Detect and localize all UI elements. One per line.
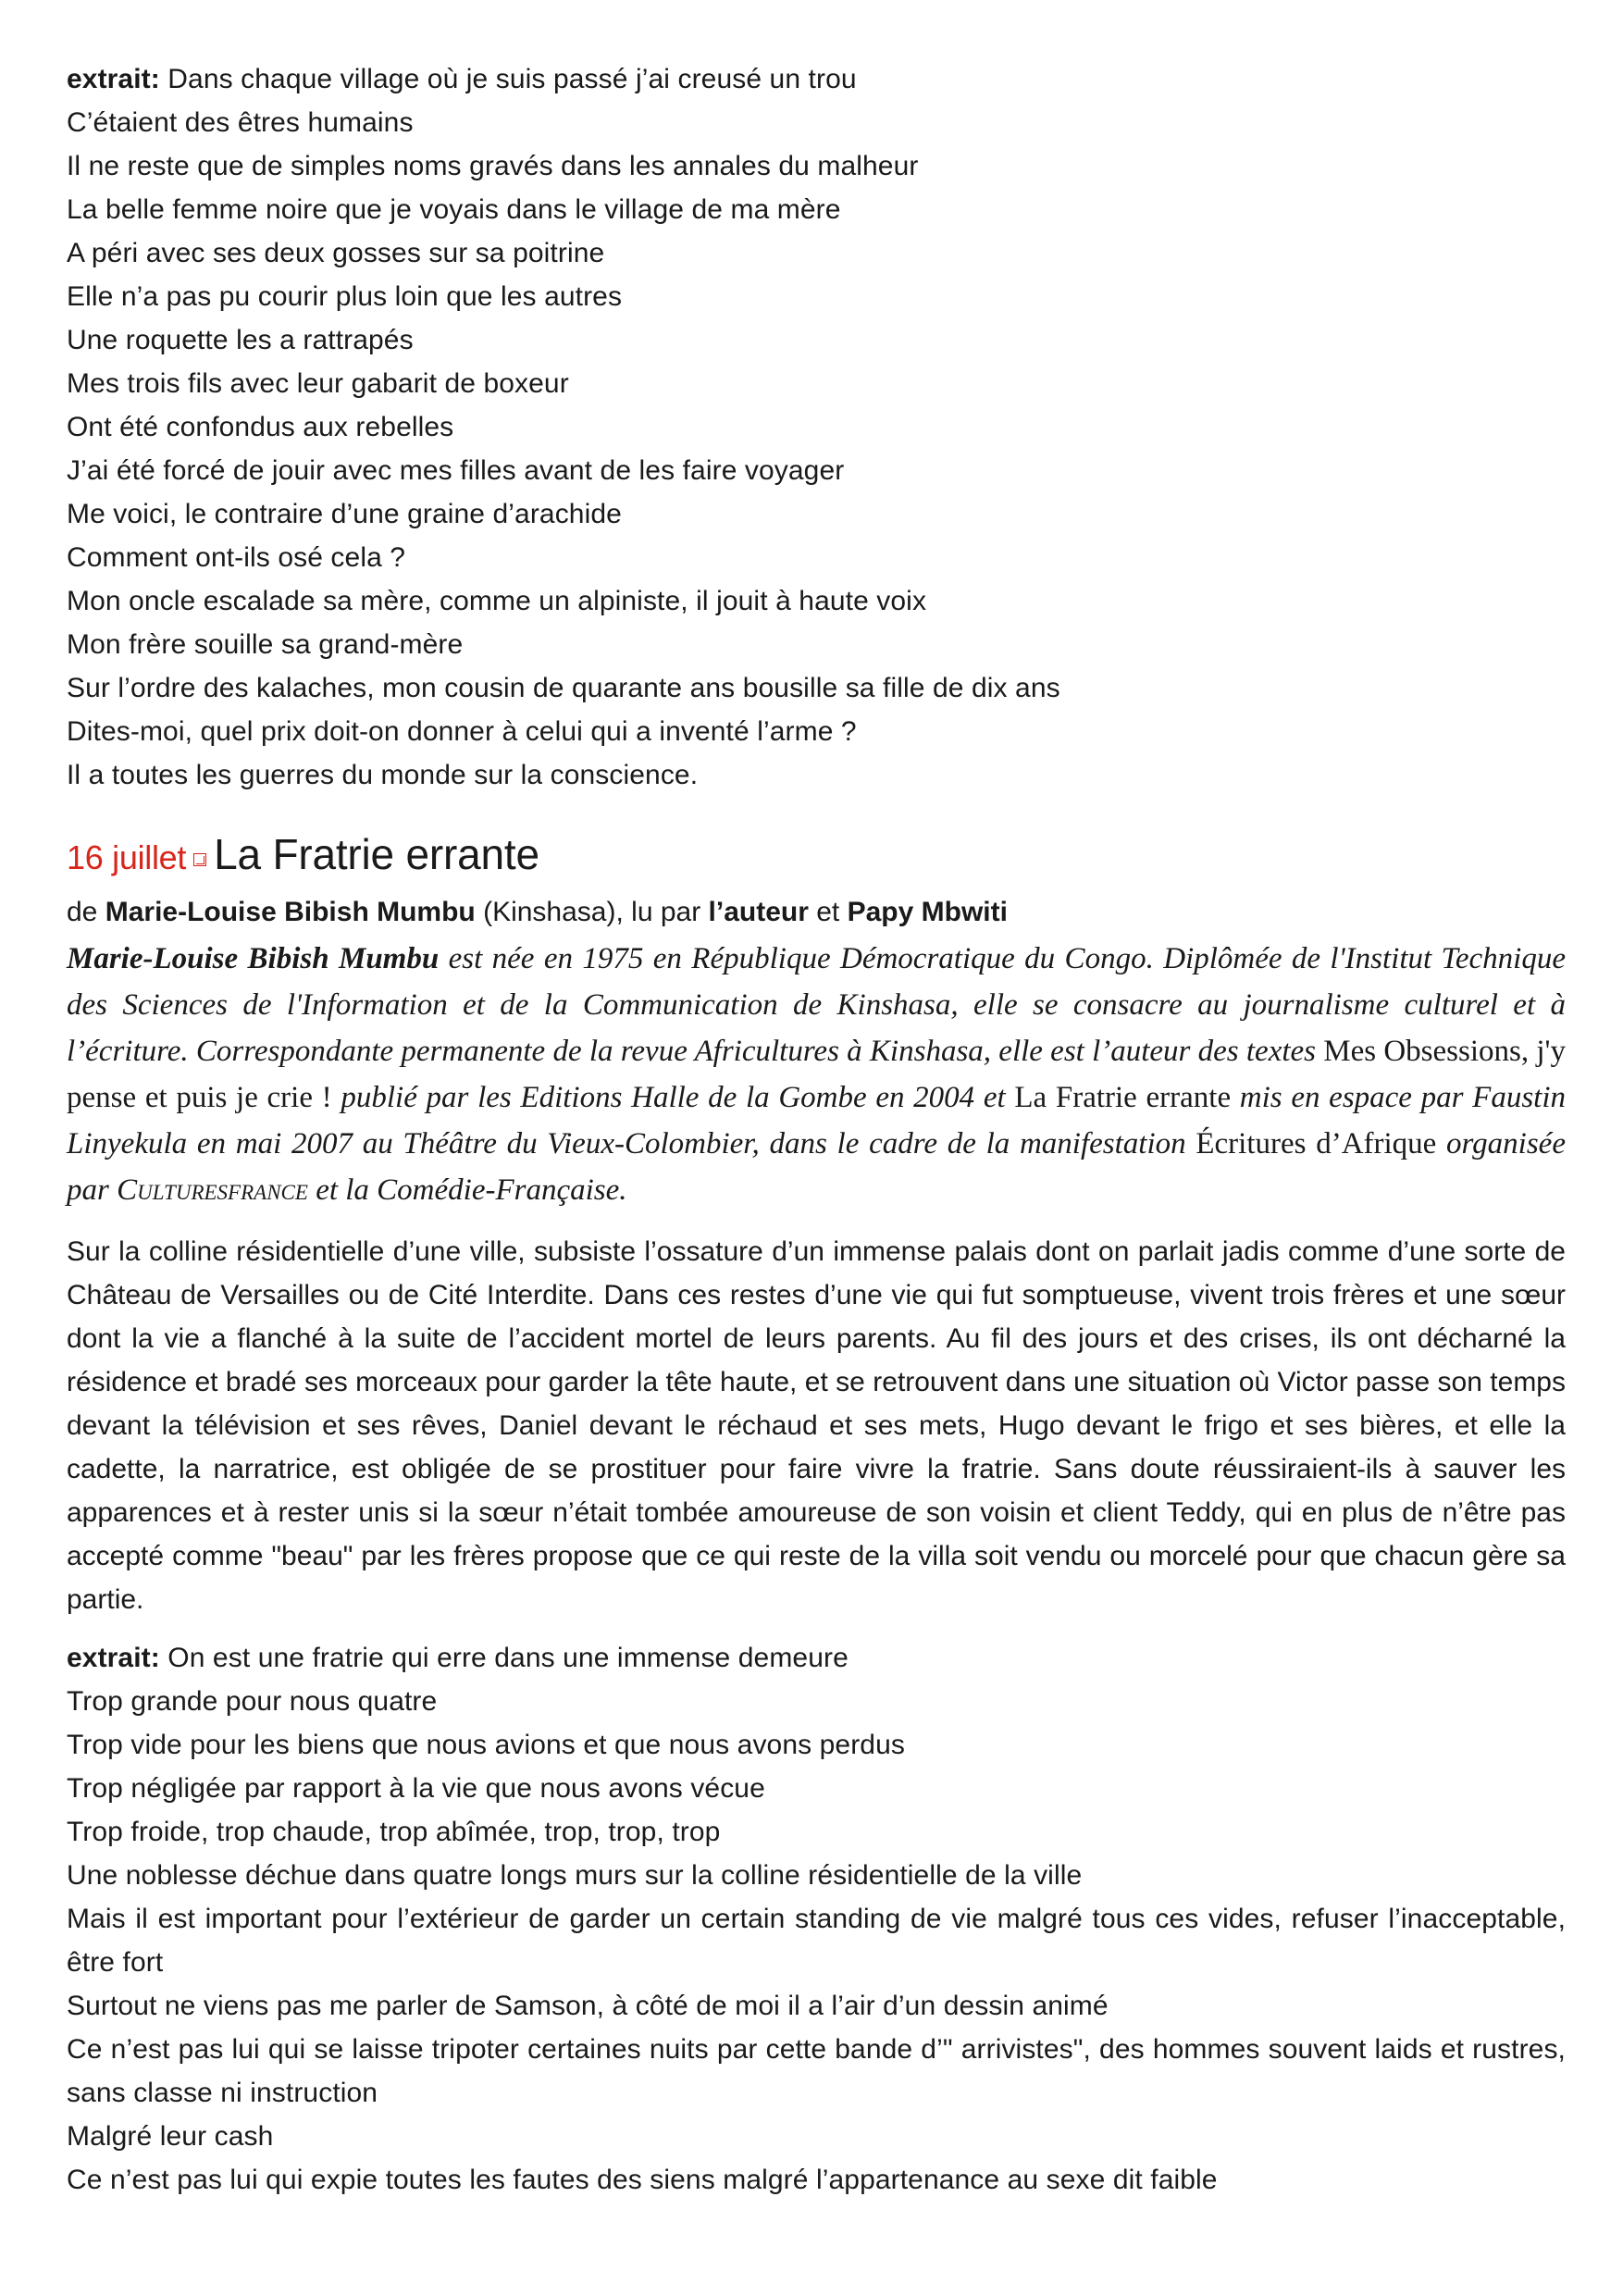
- event-heading: 16 juillet La Fratrie errante: [67, 828, 1566, 891]
- poem-line: Sur l’ordre des kalaches, mon cousin de …: [67, 673, 1060, 703]
- poem-line: Elle n’a pas pu courir plus loin que les…: [67, 281, 623, 312]
- poem-line: Ce n’est pas lui qui se laisse tripoter …: [67, 2034, 1566, 2108]
- poem-line: Mes trois fils avec leur gabarit de boxe…: [67, 368, 569, 399]
- poem-line: Une roquette les a rattrapés: [67, 325, 414, 355]
- bio-author-name: Marie-Louise Bibish Mumbu: [67, 942, 440, 975]
- bio-organisation: Culturesfrance: [117, 1173, 308, 1207]
- extract-poem-1: extrait: Dans chaque village où je suis …: [67, 57, 1566, 797]
- play-summary: Sur la colline résidentielle d’une ville…: [67, 1236, 1566, 1615]
- document-page: extrait: Dans chaque village où je suis …: [67, 57, 1566, 2202]
- poem-line: A péri avec ses deux gosses sur sa poitr…: [67, 238, 605, 268]
- poem-line: Trop négligée par rapport à la vie que n…: [67, 1773, 765, 1804]
- poem-line: Il ne reste que de simples noms gravés d…: [67, 151, 919, 181]
- extract-first-line: extrait: On est une fratrie qui erre dan…: [67, 1643, 849, 1673]
- poem-line: Dites-moi, quel prix doit-on donner à ce…: [67, 716, 857, 747]
- poem-line: Mon oncle escalade sa mère, comme un alp…: [67, 586, 927, 616]
- poem-line: C’étaient des êtres humains: [67, 107, 414, 138]
- bio-work-3: Écritures d’Afrique: [1196, 1127, 1437, 1160]
- poem-line: Ont été confondus aux rebelles: [67, 412, 454, 442]
- poem-line: Ce n’est pas lui qui expie toutes les fa…: [67, 2165, 1218, 2195]
- event-date: 16 juillet: [67, 838, 187, 876]
- poem-line: Mais il est important pour l’extérieur d…: [67, 1904, 1566, 1978]
- poem-line: Me voici, le contraire d’une graine d’ar…: [67, 499, 622, 529]
- extract-label: extrait:: [67, 64, 160, 94]
- poem-line: Trop froide, trop chaude, trop abîmée, t…: [67, 1817, 721, 1847]
- poem-line: Malgré leur cash: [67, 2121, 274, 2152]
- bio-work-2: La Fratrie errante: [1014, 1081, 1232, 1114]
- author-bio: Marie-Louise Bibish Mumbu est née en 197…: [67, 942, 1567, 1207]
- extract-label: extrait:: [67, 1643, 160, 1673]
- poem-line: Mon frère souille sa grand-mère: [67, 629, 464, 660]
- byline-reader-1: l’auteur: [708, 897, 809, 927]
- poem-line: La belle femme noire que je voyais dans …: [67, 194, 841, 225]
- poem-line: Surtout ne viens pas me parler de Samson…: [67, 1991, 1109, 2021]
- poem-line: J’ai été forcé de jouir avec mes filles …: [67, 455, 845, 486]
- extract-poem-2: extrait: On est une fratrie qui erre dan…: [67, 1636, 1566, 2202]
- event-title: La Fratrie errante: [214, 830, 539, 878]
- poem-line: Trop grande pour nous quatre: [67, 1686, 438, 1717]
- byline-author: Marie-Louise Bibish Mumbu: [105, 897, 476, 927]
- extract-first-line: extrait: Dans chaque village où je suis …: [67, 64, 857, 94]
- event-byline: de Marie-Louise Bibish Mumbu (Kinshasa),…: [67, 897, 1008, 927]
- poem-line: Comment ont-ils osé cela ?: [67, 542, 406, 573]
- byline-reader-2: Papy Mbwiti: [847, 897, 1008, 927]
- checkbox-bullet-icon: [193, 853, 207, 866]
- poem-line: Il a toutes les guerres du monde sur la …: [67, 760, 699, 790]
- poem-line: Trop vide pour les biens que nous avions…: [67, 1730, 905, 1760]
- poem-line: Une noblesse déchue dans quatre longs mu…: [67, 1860, 1083, 1891]
